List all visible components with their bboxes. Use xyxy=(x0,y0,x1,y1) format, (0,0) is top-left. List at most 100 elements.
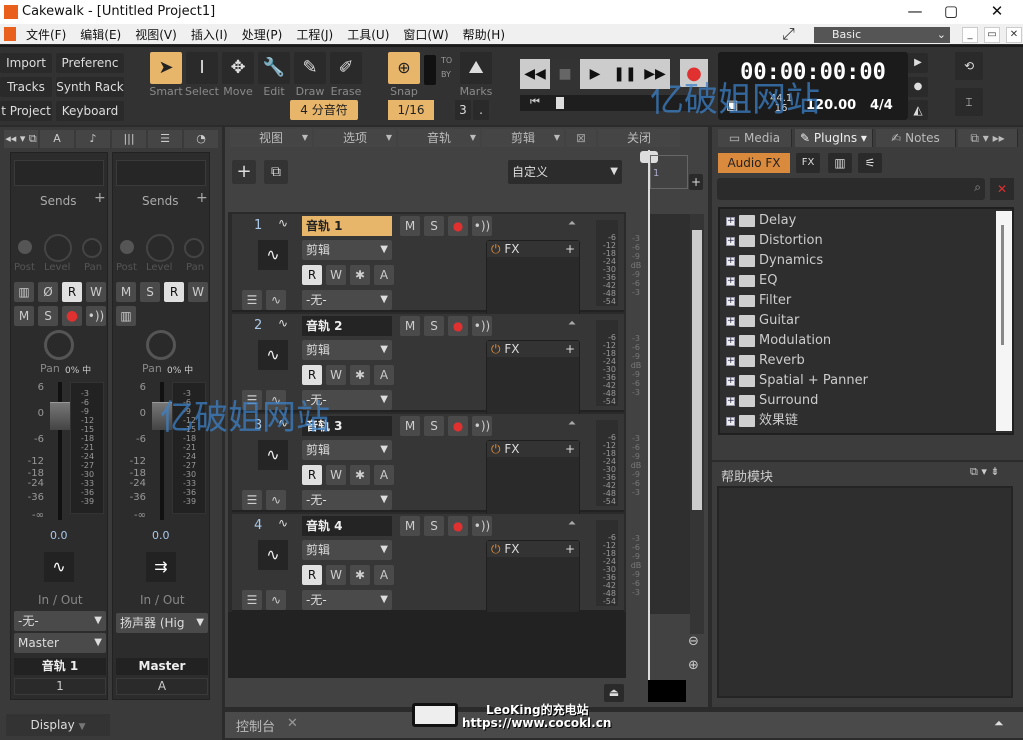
solo-button[interactable]: S xyxy=(424,316,444,336)
send-level-knob[interactable] xyxy=(146,234,174,262)
input-monitor-button[interactable]: •)) xyxy=(472,516,492,536)
mdi-close-button[interactable]: ✕ xyxy=(1006,27,1022,43)
track-name-input[interactable]: 音轨 4 xyxy=(302,516,392,536)
expand-icon[interactable]: + xyxy=(726,396,735,406)
read-automation-button[interactable]: R xyxy=(164,282,184,302)
volume-fader[interactable] xyxy=(50,402,70,430)
close-lanes-button[interactable]: 关闭 xyxy=(598,129,680,147)
solo-button[interactable]: S xyxy=(38,306,58,326)
zoom-in-icon[interactable]: ⊕ xyxy=(688,658,699,673)
snap-num[interactable]: 3 xyxy=(455,100,471,120)
volume-value[interactable]: 0.0 xyxy=(50,529,68,542)
eject-icon[interactable]: ⏏ xyxy=(604,684,624,702)
expand-icon[interactable]: + xyxy=(726,296,735,306)
collapse-icon[interactable]: ⏶ xyxy=(568,218,576,229)
maximize-button[interactable]: ▢ xyxy=(936,2,966,20)
waveform-icon[interactable]: ||| xyxy=(112,130,146,148)
mute-button[interactable]: M xyxy=(400,516,420,536)
clip-select[interactable]: 剪辑 ▼ xyxy=(302,540,392,560)
snap-value-select[interactable]: 1/16 xyxy=(388,100,434,120)
synth-rack-button[interactable]: Synth Rack xyxy=(56,77,124,97)
add-send-button[interactable]: + xyxy=(94,190,106,206)
output-select[interactable]: 扬声器 (Hig ▼ xyxy=(116,613,208,633)
volume-value[interactable]: 0.0 xyxy=(152,529,170,542)
trackview-menu[interactable]: 视图 ▼ xyxy=(230,129,312,147)
tab-media[interactable]: ▭ Media xyxy=(718,129,792,147)
input-monitor-button[interactable]: •)) xyxy=(472,416,492,436)
read-automation-button[interactable]: R xyxy=(302,465,322,485)
write-automation-button[interactable]: W xyxy=(86,282,106,302)
arm-record-button[interactable]: ● xyxy=(448,516,468,536)
menu-item[interactable]: 帮助(H) xyxy=(463,26,505,43)
output-select[interactable]: Master ▼ xyxy=(14,633,106,653)
read-automation-button[interactable]: R xyxy=(302,265,322,285)
mdi-minimize-button[interactable]: _ xyxy=(962,27,978,43)
track-preset-select[interactable]: 自定义 ▼ xyxy=(508,160,622,184)
now-time-handle[interactable] xyxy=(556,97,564,109)
scroll-thumb[interactable] xyxy=(692,230,702,510)
strip-name[interactable]: Master xyxy=(116,658,208,675)
menu-item[interactable]: 视图(V) xyxy=(135,26,177,43)
expand-icon[interactable]: + xyxy=(726,276,735,286)
fast-forward-button[interactable]: ▶▶ xyxy=(640,59,670,89)
draw-tool-icon[interactable]: ✎ xyxy=(294,52,326,84)
console-close-icon[interactable]: ✕ xyxy=(287,716,298,731)
add-fx-button[interactable]: + xyxy=(565,241,575,257)
archive-button[interactable]: A xyxy=(374,565,394,585)
write-automation-button[interactable]: W xyxy=(326,365,346,385)
track-settings-icon[interactable]: ☰ xyxy=(242,590,262,610)
tree-scroll-thumb[interactable] xyxy=(1001,225,1004,345)
help-options[interactable]: ⧉ ▾ ⇟ xyxy=(970,465,1000,479)
post-toggle[interactable] xyxy=(18,240,32,254)
fx-rack[interactable] xyxy=(14,160,104,186)
strip-name[interactable]: 音轨 1 xyxy=(14,658,106,675)
automation-snapshot-button[interactable]: ✱ xyxy=(350,265,370,285)
stop-button[interactable]: ■ xyxy=(550,59,580,89)
mute-button[interactable]: M xyxy=(400,316,420,336)
tab-notes[interactable]: ✍ Notes xyxy=(876,129,956,147)
automation-snapshot-button[interactable]: ✱ xyxy=(350,565,370,585)
add-marker-button[interactable]: + xyxy=(689,174,703,190)
import-button[interactable]: Import xyxy=(0,53,52,73)
snap-icon[interactable]: ⊕ xyxy=(388,52,420,84)
plugin-search-input[interactable]: ⌕ xyxy=(717,178,985,200)
plugin-category[interactable]: + Surround xyxy=(720,391,1012,411)
punch-icon[interactable]: ⌶ xyxy=(955,88,983,116)
automation-snapshot-button[interactable]: ✱ xyxy=(350,365,370,385)
display-button[interactable]: Display ▼ xyxy=(6,714,110,736)
write-automation-button[interactable]: W xyxy=(326,565,346,585)
add-fx-button[interactable]: + xyxy=(565,541,575,557)
clip-select[interactable]: 剪辑 ▼ xyxy=(302,240,392,260)
pause-button[interactable]: ❚❚ xyxy=(610,59,640,89)
menu-item[interactable]: 文件(F) xyxy=(26,26,66,43)
read-automation-button[interactable]: R xyxy=(302,365,322,385)
marks-icon[interactable]: ⛰ xyxy=(460,52,492,84)
plugin-category[interactable]: + Reverb xyxy=(720,351,1012,371)
keyboard-button[interactable]: Keyboard xyxy=(56,101,124,121)
add-fx-button[interactable]: + xyxy=(565,341,575,357)
expand-icon[interactable]: + xyxy=(726,376,735,386)
menu-item[interactable]: 编辑(E) xyxy=(80,26,121,43)
arm-record-button[interactable]: ● xyxy=(448,316,468,336)
instrument-icon[interactable]: ▥ xyxy=(828,153,852,173)
plugin-category[interactable]: + Filter xyxy=(720,291,1012,311)
fx-chain-icon[interactable]: FX xyxy=(796,153,820,173)
close-button[interactable]: ✕ xyxy=(982,2,1012,20)
add-send-button[interactable]: + xyxy=(196,190,208,206)
plugin-category[interactable]: + Guitar xyxy=(720,311,1012,331)
write-automation-button[interactable]: W xyxy=(326,465,346,485)
menu-item[interactable]: 插入(I) xyxy=(191,26,228,43)
track-settings-icon[interactable]: ☰ xyxy=(242,290,262,310)
input-monitor-button[interactable]: •)) xyxy=(86,306,106,326)
send-pan-knob[interactable] xyxy=(184,238,204,258)
pan-knob[interactable] xyxy=(146,330,176,360)
menu-item[interactable]: 工程(J) xyxy=(296,26,333,43)
pan-knob[interactable] xyxy=(44,330,74,360)
vertical-scrollbar[interactable] xyxy=(690,214,704,634)
add-fx-button[interactable]: + xyxy=(565,441,575,457)
mute-button[interactable]: M xyxy=(400,216,420,236)
note-value-select[interactable]: 4 分音符 xyxy=(290,100,358,120)
track-name-input[interactable]: 音轨 2 xyxy=(302,316,392,336)
envelope-icon[interactable]: ⊠ xyxy=(566,129,596,147)
plugin-category[interactable]: + Dynamics xyxy=(720,251,1012,271)
